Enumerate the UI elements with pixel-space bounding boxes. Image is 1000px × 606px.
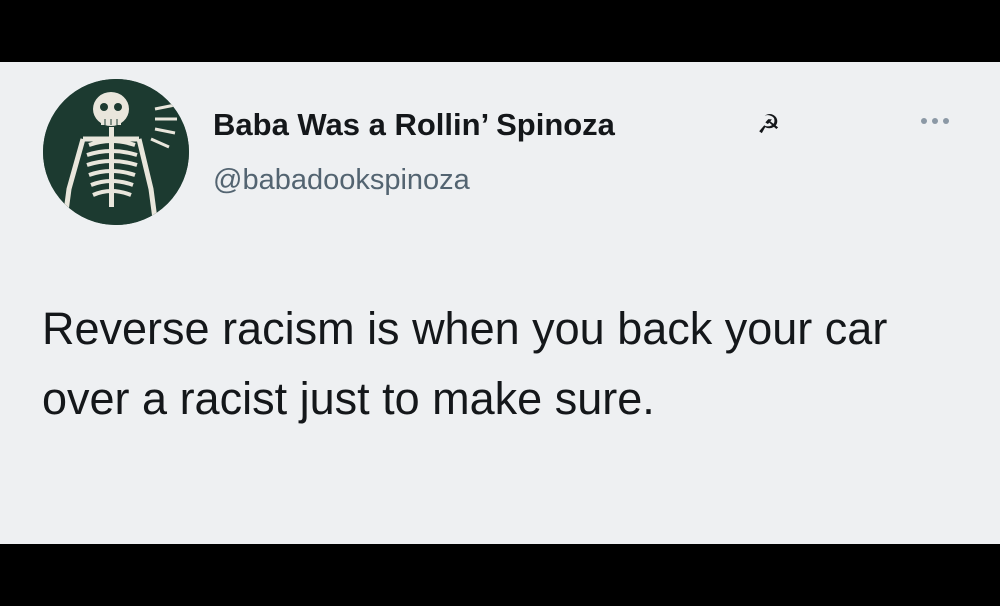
avatar[interactable] [43, 79, 189, 225]
tweet-text: Reverse racism is when you back your car… [42, 303, 888, 424]
display-name[interactable]: Baba Was a Rollin’ Spinoza [213, 107, 615, 143]
tweet-card[interactable]: Baba Was a Rollin’ Spinoza ☭ @babadooksp… [0, 62, 1000, 544]
more-options-icon[interactable] [913, 110, 957, 132]
skeleton-avatar-icon [43, 79, 189, 225]
screenshot-frame: Baba Was a Rollin’ Spinoza ☭ @babadooksp… [0, 0, 1000, 606]
more-dot [932, 118, 938, 124]
more-dot [921, 118, 927, 124]
hammer-sickle-icon: ☭ [757, 110, 781, 140]
user-handle[interactable]: @babadookspinoza [213, 164, 470, 197]
more-dot [943, 118, 949, 124]
